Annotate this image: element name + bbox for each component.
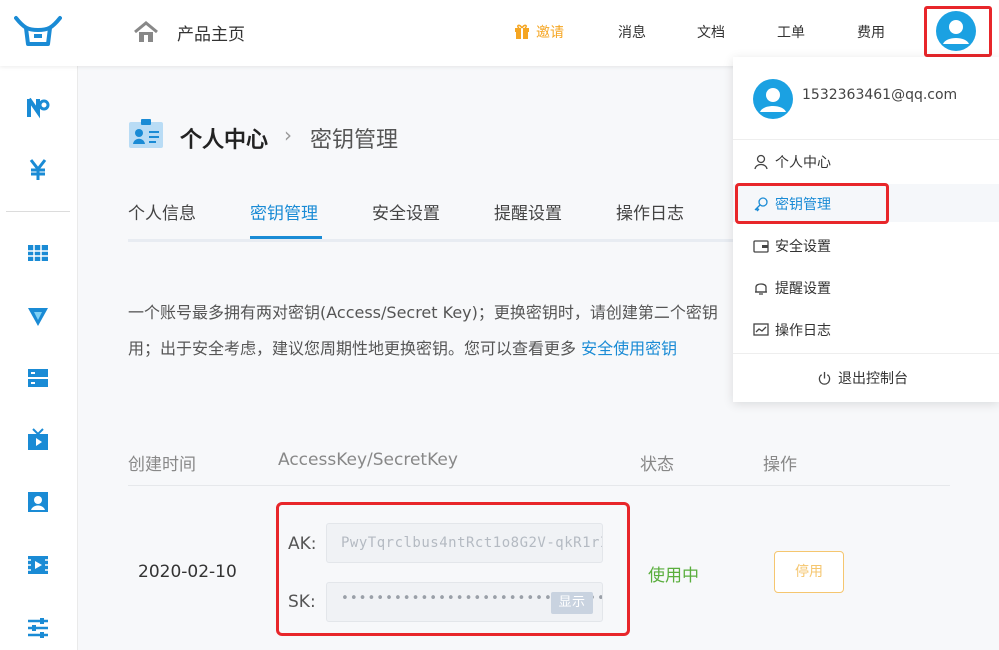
nav-tickets[interactable]: 工单 <box>777 22 805 42</box>
dropdown-item-label: 操作日志 <box>775 323 831 339</box>
dropdown-item-label: 个人中心 <box>775 155 831 171</box>
chart-log-icon <box>753 323 769 336</box>
disable-key-button[interactable]: 停用 <box>774 551 844 593</box>
qiniu-logo-icon[interactable] <box>14 14 62 50</box>
live-tv-icon[interactable] <box>26 428 50 452</box>
user-email: 1532363461@qq.com <box>802 87 958 103</box>
power-icon <box>818 371 831 385</box>
dropdown-item-reminder-settings[interactable]: 提醒设置 <box>753 278 831 298</box>
header-access-secret-key: AccessKey/SecretKey <box>278 450 458 470</box>
keys-highlight-box <box>276 502 630 636</box>
breadcrumb-current: 密钥管理 <box>310 128 399 153</box>
tab-operation-log[interactable]: 操作日志 <box>616 199 684 224</box>
key-description: 一个账号最多拥有两对密钥(Access/Secret Key)；更换密钥时，请创… <box>128 295 738 367</box>
dropdown-item-label: 提醒设置 <box>775 281 831 297</box>
sliders-icon[interactable] <box>26 616 50 640</box>
description-line-2: 用；出于安全考虑，建议您周期性地更换密钥。您可以查看更多 安全使用密钥 <box>128 331 738 367</box>
tab-security-settings[interactable]: 安全设置 <box>372 199 440 224</box>
nav-invite[interactable]: 邀请 <box>514 22 564 42</box>
dropdown-avatar-icon <box>753 79 793 119</box>
tab-personal-info[interactable]: 个人信息 <box>128 199 196 224</box>
dropdown-divider <box>733 353 999 354</box>
video-icon[interactable] <box>26 553 50 577</box>
bell-icon <box>755 283 767 295</box>
yen-icon[interactable] <box>26 158 50 182</box>
description-line-2-text: 用；出于安全考虑，建议您周期性地更换密钥。您可以查看更多 <box>128 339 582 358</box>
avatar-highlight-box <box>924 6 992 57</box>
grid-icon[interactable] <box>26 241 50 265</box>
dropdown-divider <box>733 139 999 140</box>
breadcrumb-separator: › <box>284 123 292 147</box>
logout-button[interactable]: 退出控制台 <box>817 368 908 388</box>
header-actions: 操作 <box>763 455 797 475</box>
home-icon[interactable] <box>133 20 159 44</box>
dropdown-item-operation-log[interactable]: 操作日志 <box>753 320 831 340</box>
tab-key-management[interactable]: 密钥管理 <box>250 199 318 224</box>
created-date: 2020-02-10 <box>138 562 237 582</box>
nav-fees[interactable]: 费用 <box>857 22 885 42</box>
dropdown-item-security-settings[interactable]: 安全设置 <box>753 236 831 256</box>
kodo-icon[interactable] <box>26 96 50 120</box>
user-dropdown-menu: 1532363461@qq.com 个人中心 密钥管理 安全设置 提醒设置 操作… <box>733 57 999 402</box>
logout-label: 退出控制台 <box>838 371 908 387</box>
dropdown-item-label: 安全设置 <box>775 239 831 255</box>
security-usage-link[interactable]: 安全使用密钥 <box>581 339 677 358</box>
active-tab-indicator <box>250 236 322 239</box>
user-icon <box>754 154 768 170</box>
tab-reminder-settings[interactable]: 提醒设置 <box>494 199 562 224</box>
nav-messages[interactable]: 消息 <box>618 22 646 42</box>
breadcrumb-title[interactable]: 个人中心 <box>180 122 268 154</box>
cdn-icon[interactable] <box>26 304 50 328</box>
server-icon[interactable] <box>26 366 50 390</box>
face-recognition-icon[interactable] <box>26 490 50 514</box>
sidebar <box>0 66 78 650</box>
header-status: 状态 <box>640 455 674 475</box>
sidebar-divider <box>6 211 70 212</box>
status-badge: 使用中 <box>648 566 699 586</box>
description-line-1: 一个账号最多拥有两对密钥(Access/Secret Key)；更换密钥时，请创… <box>128 303 718 322</box>
product-home-link[interactable]: 产品主页 <box>177 20 245 45</box>
tabs-bar: 个人信息 密钥管理 安全设置 提醒设置 操作日志 <box>128 196 828 242</box>
nav-invite-label: 邀请 <box>536 25 564 41</box>
id-card-icon <box>129 119 163 148</box>
gift-icon <box>515 24 529 39</box>
header-created-time: 创建时间 <box>128 455 196 475</box>
wallet-icon <box>753 240 769 253</box>
key-management-highlight-box <box>735 183 889 224</box>
table-header-divider <box>128 485 950 486</box>
dropdown-item-personal-center[interactable]: 个人中心 <box>753 152 831 172</box>
nav-docs[interactable]: 文档 <box>697 22 725 42</box>
